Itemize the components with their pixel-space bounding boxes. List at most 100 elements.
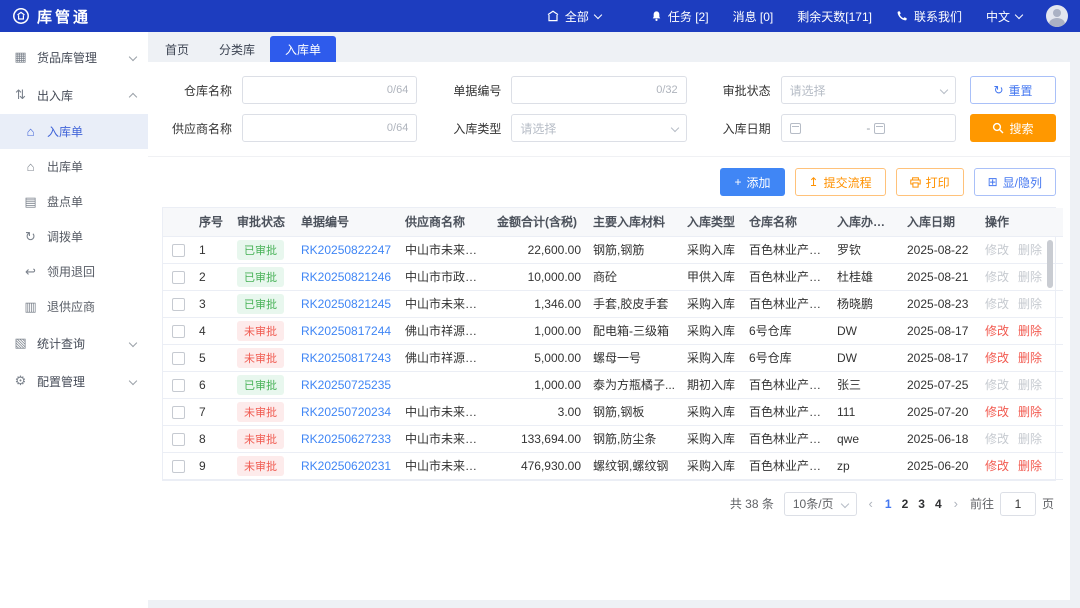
- sidebar-group-1[interactable]: ⇅ 出入库: [0, 76, 148, 114]
- contact-us-link[interactable]: 联系我们: [896, 8, 962, 25]
- date-range-picker[interactable]: -: [780, 114, 956, 142]
- supplier-name-input[interactable]: 0/64: [242, 114, 418, 142]
- edit-link: 修改: [985, 243, 1010, 257]
- doc-number-link[interactable]: RK20250725235: [301, 378, 391, 392]
- supplier-cell: 中山市未来之...: [399, 398, 491, 426]
- page-number-2[interactable]: 2: [902, 497, 909, 511]
- sidebar-item-1-3[interactable]: ↻ 调拨单: [0, 219, 148, 254]
- header-select-cell: [163, 208, 193, 237]
- search-button[interactable]: 搜索: [969, 114, 1056, 142]
- reset-button[interactable]: ↻ 重置: [969, 76, 1056, 104]
- sidebar-item-1-1[interactable]: ⌂ 出库单: [0, 149, 148, 184]
- handler-cell: 111: [831, 398, 901, 426]
- material-cell: 手套,胶皮手套: [587, 290, 681, 318]
- warehouse-name-input[interactable]: 0/64: [242, 76, 418, 104]
- doc-number-link[interactable]: RK20250720234: [301, 405, 391, 419]
- sidebar-group-0[interactable]: ▦ 货品库管理: [0, 38, 148, 76]
- doc-number-input[interactable]: 0/32: [511, 76, 687, 104]
- submit-flow-button[interactable]: ↥ 提交流程: [794, 168, 886, 196]
- warehouse-cell: 6号仓库: [743, 317, 831, 345]
- row-checkbox[interactable]: [171, 243, 185, 257]
- delete-link[interactable]: 删除: [1018, 324, 1042, 338]
- chevron-up-icon: [128, 92, 138, 101]
- approval-status-cell: 未审批: [231, 317, 295, 345]
- approval-status-select[interactable]: 请选择: [780, 76, 956, 104]
- user-avatar[interactable]: [1046, 5, 1068, 27]
- messages-label: 消息 [0]: [732, 9, 774, 24]
- page-number-3[interactable]: 3: [918, 497, 925, 511]
- approval-status-field: 审批状态 请选择: [701, 76, 956, 104]
- row-checkbox[interactable]: [171, 324, 185, 338]
- doc-number-cell: RK20250627233: [295, 425, 399, 453]
- inbound-type-select[interactable]: 请选择: [511, 114, 687, 142]
- delete-link[interactable]: 删除: [1018, 351, 1042, 365]
- row-checkbox[interactable]: [171, 405, 185, 419]
- topbar: 库管通 全部 任务 [2] 消息 [0] 剩余天数[171] 联系我们 中文: [0, 0, 1080, 32]
- prev-page-icon[interactable]: ‹: [867, 496, 875, 511]
- chevron-down-icon: [593, 10, 603, 19]
- tab-1[interactable]: 分类库: [204, 36, 270, 62]
- inbound-type-cell: 采购入库: [681, 317, 743, 345]
- tab-0[interactable]: 首页: [150, 36, 204, 62]
- doc-number-link[interactable]: RK20250821246: [301, 270, 391, 284]
- date-cell: 2025-08-17: [901, 317, 979, 345]
- approval-status-cell: 已审批: [231, 371, 295, 399]
- store-icon: [547, 10, 559, 22]
- goto-page-input[interactable]: [999, 491, 1036, 516]
- chevron-down-icon: [128, 52, 138, 62]
- edit-link[interactable]: 修改: [985, 351, 1009, 365]
- page-numbers: 1234: [885, 497, 942, 511]
- doc-number-link[interactable]: RK20250817244: [301, 324, 391, 338]
- material-cell: 钢筋,钢板: [587, 398, 681, 426]
- delete-link[interactable]: 删除: [1018, 459, 1042, 473]
- warehouse-cell: 百色林业产业...: [743, 263, 831, 291]
- tasks-link[interactable]: 任务 [2]: [651, 8, 709, 25]
- row-checkbox[interactable]: [171, 459, 185, 473]
- row-index-cell: 8: [193, 425, 231, 453]
- add-button[interactable]: + 添加: [720, 168, 785, 196]
- row-checkbox[interactable]: [171, 270, 185, 284]
- page-number-1[interactable]: 1: [885, 497, 892, 511]
- sidebar-group-2[interactable]: ▧ 统计查询: [0, 324, 148, 362]
- doc-number-link[interactable]: RK20250627233: [301, 432, 391, 446]
- sidebar-item-1-0[interactable]: ⌂ 入库单: [0, 114, 148, 149]
- page-number-4[interactable]: 4: [935, 497, 942, 511]
- table-row: 8 未审批 RK20250627233 中山市未来之... 133,694.00 钢筋,防…: [163, 425, 1063, 453]
- row-checkbox[interactable]: [171, 297, 185, 311]
- page-size-select[interactable]: 10条/页: [783, 491, 857, 516]
- supplier-cell: 中山市未来之...: [399, 425, 491, 453]
- inbound-type-field: 入库类型 请选择: [431, 114, 687, 142]
- show-hide-columns-button[interactable]: ⊞ 显/隐列: [973, 168, 1056, 196]
- sidebar-group-3[interactable]: ⚙ 配置管理: [0, 362, 148, 400]
- row-checkbox[interactable]: [171, 351, 185, 365]
- doc-number-link[interactable]: RK20250620231: [301, 459, 391, 473]
- messages-link[interactable]: 消息 [0]: [733, 8, 774, 25]
- row-checkbox[interactable]: [171, 432, 185, 446]
- row-checkbox[interactable]: [171, 378, 185, 392]
- return-to-supplier-icon: ▥: [24, 298, 37, 314]
- edit-link: 修改: [985, 432, 1010, 446]
- edit-link: 修改: [985, 270, 1010, 284]
- sidebar-group-label: 配置管理: [37, 374, 86, 389]
- doc-number-link[interactable]: RK20250822247: [301, 243, 391, 257]
- supplier-name-field: 供应商名称 0/64: [162, 114, 418, 142]
- doc-number-link[interactable]: RK20250821245: [301, 297, 391, 311]
- supplier-cell: 中山市未来之...: [399, 290, 491, 318]
- approval-status-badge: 已审批: [237, 374, 284, 395]
- sidebar-item-1-2[interactable]: ▤ 盘点单: [0, 184, 148, 219]
- language-selector[interactable]: 中文: [986, 8, 1024, 25]
- next-page-icon[interactable]: ›: [952, 496, 960, 511]
- edit-link[interactable]: 修改: [985, 405, 1009, 419]
- operations-cell: 修改 删除: [979, 371, 1063, 399]
- edit-link[interactable]: 修改: [985, 324, 1009, 338]
- vertical-scrollbar-thumb[interactable]: [1047, 240, 1053, 288]
- delete-link[interactable]: 删除: [1018, 405, 1042, 419]
- print-button[interactable]: 打印: [895, 168, 964, 196]
- tab-2[interactable]: 入库单: [270, 36, 337, 62]
- doc-number-link[interactable]: RK20250817243: [301, 351, 391, 365]
- table-row: 2 已审批 RK20250821246 中山市市政混... 10,000.00 商砼 甲供入…: [163, 263, 1063, 291]
- sidebar-item-1-5[interactable]: ▥ 退供应商: [0, 289, 148, 324]
- sidebar-item-1-4[interactable]: ↩ 领用退回: [0, 254, 148, 289]
- scope-selector[interactable]: 全部: [547, 8, 603, 25]
- edit-link[interactable]: 修改: [985, 459, 1009, 473]
